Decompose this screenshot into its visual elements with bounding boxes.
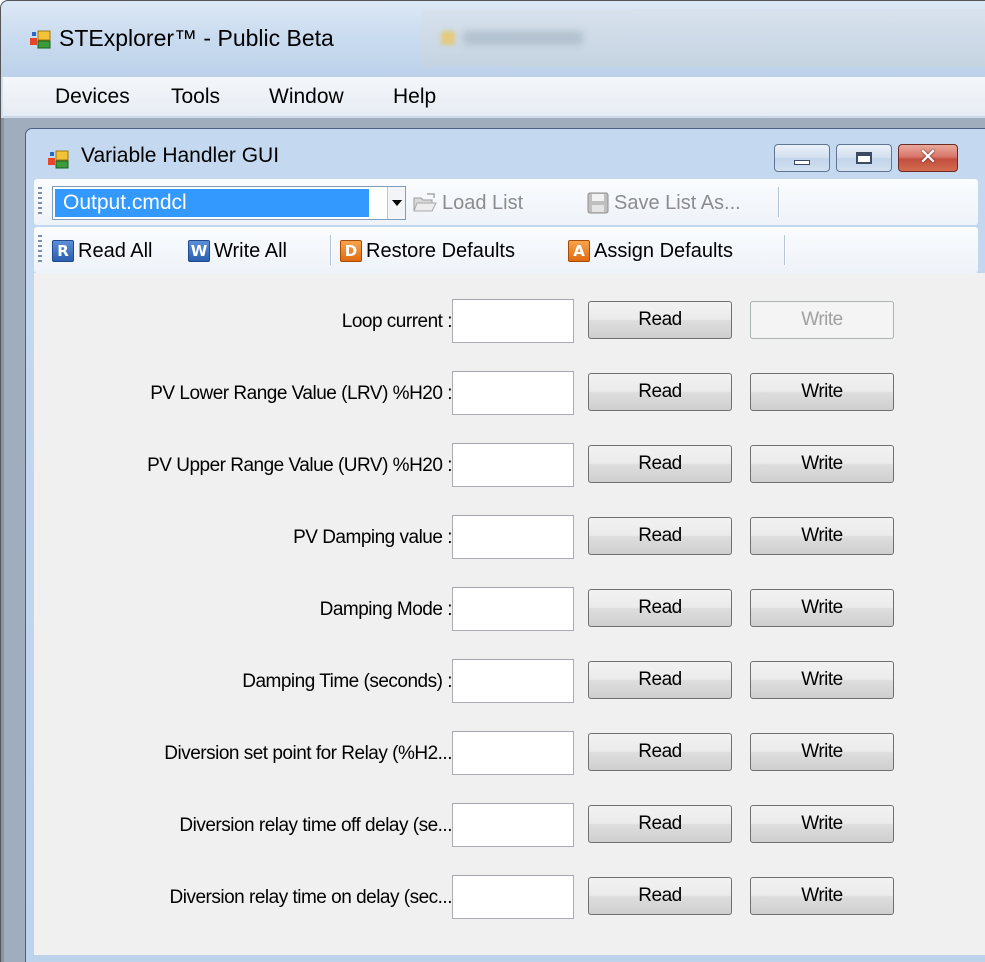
write-all-icon: W	[188, 240, 210, 262]
variable-value-input[interactable]	[452, 587, 574, 631]
toolstrip-separator	[778, 187, 779, 217]
variable-label: PV Damping value :	[293, 527, 452, 548]
assign-defaults-icon: A	[568, 240, 590, 262]
restore-defaults-button[interactable]: D Restore Defaults	[340, 236, 515, 266]
variable-label: Diversion set point for Relay (%H2...	[164, 743, 452, 764]
menu-help[interactable]: Help	[385, 83, 444, 111]
toolstrip-grip[interactable]	[38, 187, 42, 217]
save-disk-icon	[587, 192, 609, 214]
read-button[interactable]: Read	[588, 517, 732, 555]
child-window-title: Variable Handler GUI	[81, 144, 280, 167]
variable-row: PV Lower Range Value (LRV) %H20 : Read W…	[34, 371, 978, 419]
write-button[interactable]: Write	[750, 661, 894, 699]
write-all-label: Write All	[214, 239, 287, 262]
read-all-button[interactable]: R Read All	[52, 236, 153, 266]
variable-row: Diversion relay time on delay (sec... Re…	[34, 875, 978, 923]
open-folder-icon	[413, 193, 437, 212]
maximize-button[interactable]	[836, 144, 892, 172]
variable-label: Damping Time (seconds) :	[242, 671, 452, 692]
variable-row: PV Upper Range Value (URV) %H20 : Read W…	[34, 443, 978, 491]
read-button[interactable]: Read	[588, 589, 732, 627]
main-title-bar[interactable]: STExplorer™ - Public Beta	[1, 1, 985, 77]
variable-row: Damping Mode : Read Write	[34, 587, 978, 635]
child-title-bar[interactable]: Variable Handler GUI ✕	[26, 129, 985, 177]
app-title: STExplorer™ - Public Beta	[59, 25, 334, 51]
variable-row: PV Damping value : Read Write	[34, 515, 978, 563]
toolstrip-separator	[330, 235, 331, 265]
write-button[interactable]: Write	[750, 517, 894, 555]
variable-value-input[interactable]	[452, 875, 574, 919]
write-button[interactable]: Write	[750, 805, 894, 843]
read-all-icon: R	[52, 240, 74, 262]
variable-row: Diversion relay time off delay (se... Re…	[34, 803, 978, 851]
menu-devices[interactable]: Devices	[47, 83, 138, 111]
read-button[interactable]: Read	[588, 301, 732, 339]
variable-label: PV Upper Range Value (URV) %H20 :	[147, 455, 452, 476]
variable-row: Damping Time (seconds) : Read Write	[34, 659, 978, 707]
menu-tools[interactable]: Tools	[163, 83, 228, 111]
variable-value-input[interactable]	[452, 515, 574, 559]
variable-label: Loop current :	[341, 311, 453, 332]
chevron-down-icon[interactable]	[387, 187, 405, 219]
variable-value-input[interactable]	[452, 731, 574, 775]
write-button[interactable]: Write	[750, 589, 894, 627]
assign-defaults-button[interactable]: A Assign Defaults	[568, 236, 733, 266]
toolstrip-separator	[784, 235, 785, 265]
write-all-button[interactable]: W Write All	[188, 236, 287, 266]
minimize-button[interactable]	[774, 144, 830, 172]
main-window: STExplorer™ - Public Beta Devices Tools …	[0, 0, 985, 962]
restore-defaults-label: Restore Defaults	[366, 239, 515, 262]
child-app-icon	[48, 150, 69, 169]
variable-handler-window: Variable Handler GUI ✕ Output.cmdcl Load…	[25, 128, 985, 962]
close-button[interactable]: ✕	[898, 144, 958, 172]
app-icon	[30, 30, 51, 49]
save-list-as-label: Save List As...	[614, 191, 741, 214]
close-icon: ✕	[918, 145, 938, 170]
minimize-icon	[794, 159, 810, 165]
load-list-label: Load List	[442, 191, 524, 214]
variable-row: Loop current : Read Write	[34, 299, 978, 347]
read-button[interactable]: Read	[588, 445, 732, 483]
read-all-label: Read All	[78, 239, 153, 262]
read-button[interactable]: Read	[588, 661, 732, 699]
read-button[interactable]: Read	[588, 733, 732, 771]
read-button[interactable]: Read	[588, 805, 732, 843]
restore-defaults-icon: D	[340, 240, 362, 262]
write-button[interactable]: Write	[750, 445, 894, 483]
variable-row: Diversion set point for Relay (%H2... Re…	[34, 731, 978, 779]
variables-form: Loop current : Read Write PV Lower Range…	[34, 273, 978, 955]
blurred-text	[463, 31, 583, 45]
maximize-icon	[856, 152, 872, 164]
read-button[interactable]: Read	[588, 373, 732, 411]
read-button[interactable]: Read	[588, 877, 732, 915]
menu-window[interactable]: Window	[261, 83, 352, 111]
list-file-combo-value: Output.cmdcl	[55, 189, 369, 217]
list-file-combo[interactable]: Output.cmdcl	[52, 186, 406, 220]
variable-value-input[interactable]	[452, 659, 574, 703]
write-button[interactable]: Write	[750, 301, 894, 339]
actions-toolstrip: R Read All W Write All D Restore Default…	[34, 227, 978, 273]
variable-value-input[interactable]	[452, 371, 574, 415]
variable-value-input[interactable]	[452, 299, 574, 343]
toolstrip-grip[interactable]	[38, 235, 42, 265]
write-button[interactable]: Write	[750, 877, 894, 915]
blurred-folder-icon	[441, 31, 455, 45]
write-button[interactable]: Write	[750, 733, 894, 771]
load-list-button[interactable]: Load List	[412, 188, 523, 218]
window-left-border	[1, 118, 4, 962]
form-right-edge	[978, 273, 985, 955]
write-button[interactable]: Write	[750, 373, 894, 411]
variable-label: Damping Mode :	[319, 599, 453, 620]
variable-value-input[interactable]	[452, 803, 574, 847]
variable-label: Diversion relay time off delay (se...	[179, 815, 452, 836]
variable-value-input[interactable]	[452, 443, 574, 487]
assign-defaults-label: Assign Defaults	[594, 239, 733, 262]
save-list-as-button[interactable]: Save List As...	[586, 188, 741, 218]
list-toolstrip: Output.cmdcl Load List Save List As...	[34, 179, 978, 225]
variable-label: PV Lower Range Value (LRV) %H20 :	[150, 383, 452, 404]
variable-label: Diversion relay time on delay (sec...	[169, 887, 453, 908]
menu-bar: Devices Tools Window Help	[3, 77, 985, 117]
background-window-blur	[421, 9, 985, 67]
